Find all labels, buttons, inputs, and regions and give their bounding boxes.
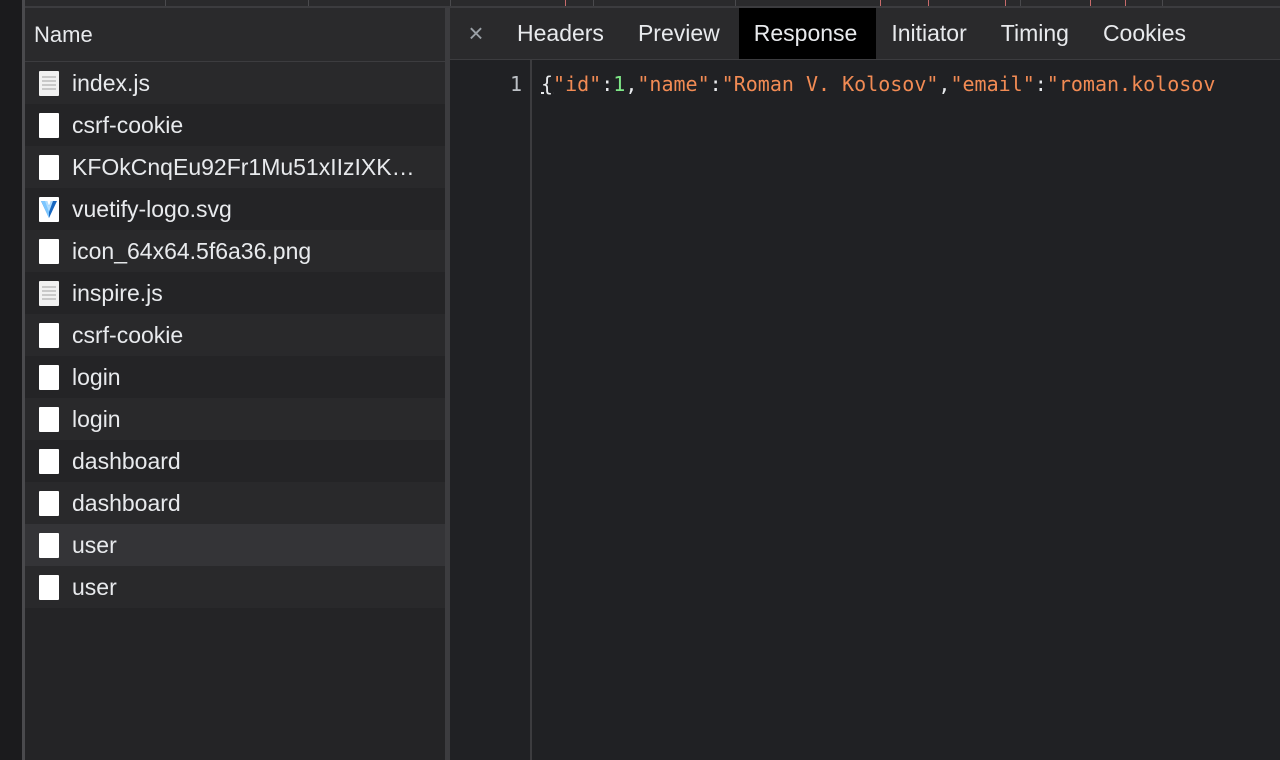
json-comma: , — [625, 72, 638, 96]
json-colon: : — [709, 72, 722, 96]
request-name: user — [72, 531, 117, 558]
request-name: index.js — [72, 69, 150, 96]
request-row[interactable]: dashboard — [25, 440, 445, 482]
script-file-icon — [39, 70, 59, 96]
json-key-name: "name" — [637, 72, 710, 96]
timeline-gridline — [165, 0, 166, 6]
response-body-line[interactable]: {"id":1,"name":"Roman V. Kolosov","email… — [541, 72, 1215, 96]
left-gutter — [0, 0, 22, 760]
timeline-marker — [1090, 0, 1091, 6]
timeline-gridline — [450, 0, 451, 6]
document-icon — [39, 154, 59, 180]
line-number-gutter: 1 — [450, 60, 532, 760]
request-detail-pane: × Headers Preview Response Initiator Tim… — [450, 8, 1280, 760]
tab-preview[interactable]: Preview — [623, 8, 739, 59]
request-row[interactable]: vuetify-logo.svg — [25, 188, 445, 230]
request-name: login — [72, 405, 121, 432]
document-icon — [39, 574, 59, 600]
request-list: index.js csrf-cookie KFOkCnqEu92Fr1Mu51x… — [25, 62, 445, 608]
timeline-marker — [1005, 0, 1006, 6]
request-name: dashboard — [72, 489, 181, 516]
json-value-name: "Roman V. Kolosov" — [721, 72, 939, 96]
timeline-gridline — [1020, 0, 1021, 6]
request-row[interactable]: KFOkCnqEu92Fr1Mu51xIIzIXK… — [25, 146, 445, 188]
name-column-header-label: Name — [34, 21, 93, 47]
request-name: inspire.js — [72, 279, 163, 306]
request-row[interactable]: csrf-cookie — [25, 104, 445, 146]
request-row[interactable]: user — [25, 566, 445, 608]
request-name-pane: Name index.js csrf-cookie KFOkCnqEu92Fr1… — [25, 8, 445, 760]
request-row[interactable]: index.js — [25, 62, 445, 104]
timeline-gridline — [1162, 0, 1163, 6]
tab-cookies[interactable]: Cookies — [1088, 8, 1205, 59]
request-row[interactable]: dashboard — [25, 482, 445, 524]
request-row[interactable]: login — [25, 398, 445, 440]
request-row[interactable]: icon_64x64.5f6a36.png — [25, 230, 445, 272]
document-icon — [39, 532, 59, 558]
json-colon: : — [601, 72, 614, 96]
json-value-id: 1 — [613, 72, 626, 96]
request-name: icon_64x64.5f6a36.png — [72, 237, 312, 264]
json-key-email: "email" — [950, 72, 1035, 96]
request-name: login — [72, 363, 121, 390]
timeline-marker — [928, 0, 929, 6]
tab-timing[interactable]: Timing — [986, 8, 1088, 59]
document-icon — [39, 112, 59, 138]
request-row[interactable]: login — [25, 356, 445, 398]
vuetify-logo-icon — [39, 196, 59, 222]
json-value-email: "roman.kolosov — [1046, 72, 1216, 96]
json-comma: , — [938, 72, 951, 96]
json-colon: : — [1034, 72, 1047, 96]
document-icon — [39, 238, 59, 264]
detail-tabbar: × Headers Preview Response Initiator Tim… — [450, 8, 1280, 60]
request-name: dashboard — [72, 447, 181, 474]
request-name: user — [72, 573, 117, 600]
script-file-icon — [39, 280, 59, 306]
request-name: vuetify-logo.svg — [72, 195, 232, 222]
request-name: KFOkCnqEu92Fr1Mu51xIIzIXK… — [72, 153, 415, 180]
tab-response[interactable]: Response — [738, 8, 877, 59]
tab-initiator[interactable]: Initiator — [876, 8, 985, 59]
name-column-header[interactable]: Name — [25, 8, 445, 62]
document-icon — [39, 364, 59, 390]
document-icon — [39, 448, 59, 474]
request-name: csrf-cookie — [72, 321, 184, 348]
waterfall-overview-strip[interactable] — [25, 0, 1280, 8]
close-icon[interactable]: × — [450, 8, 502, 59]
timeline-marker — [880, 0, 881, 6]
timeline-gridline — [735, 0, 736, 6]
tab-headers[interactable]: Headers — [502, 8, 623, 59]
timeline-gridline — [308, 0, 309, 6]
json-key-id: "id" — [553, 72, 602, 96]
request-name: csrf-cookie — [72, 111, 184, 138]
document-icon — [39, 406, 59, 432]
request-row-selected[interactable]: user — [25, 524, 445, 566]
json-open-brace: { — [541, 72, 554, 96]
timeline-marker — [1125, 0, 1126, 6]
request-row[interactable]: inspire.js — [25, 272, 445, 314]
timeline-marker — [565, 0, 566, 6]
line-number: 1 — [509, 72, 522, 96]
devtools-network-panel: Name index.js csrf-cookie KFOkCnqEu92Fr1… — [0, 0, 1280, 760]
request-row[interactable]: csrf-cookie — [25, 314, 445, 356]
response-viewer[interactable]: 1 {"id":1,"name":"Roman V. Kolosov","ema… — [450, 60, 1280, 760]
document-icon — [39, 490, 59, 516]
document-icon — [39, 322, 59, 348]
timeline-gridline — [593, 0, 594, 6]
